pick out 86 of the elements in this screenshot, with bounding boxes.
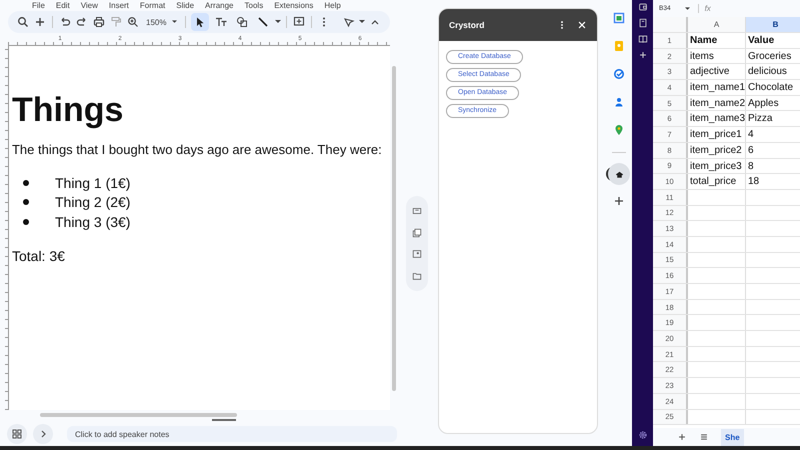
caret-icon[interactable] (359, 20, 365, 24)
table-cell: total_price (688, 174, 746, 189)
menu-item[interactable]: Help (324, 0, 341, 11)
table-cell: adjective (688, 64, 746, 80)
table-cell: item_price1 (688, 127, 746, 142)
table-cell: delicious (746, 64, 800, 80)
caret-icon[interactable] (275, 20, 282, 24)
table-cell: Name (688, 33, 746, 48)
menu-icon[interactable] (699, 432, 709, 442)
bullet-icon (22, 199, 29, 206)
table-cell: 8 (746, 158, 800, 174)
check-circle-icon[interactable] (613, 68, 625, 80)
bullet-icon (22, 218, 29, 225)
menu-item[interactable]: Edit (56, 0, 70, 11)
folder-icon[interactable] (412, 271, 422, 282)
column-header[interactable]: B (746, 17, 800, 32)
table-cell: Value (746, 33, 800, 48)
table-cell: Groceries (746, 48, 800, 64)
table-cell: 6 (746, 142, 800, 158)
open-book-icon[interactable] (638, 34, 648, 44)
table-cell: items (688, 48, 746, 64)
menu-item[interactable]: Slide (176, 0, 194, 11)
sheet-tab[interactable]: She (721, 428, 744, 446)
table-cell: 4 (746, 127, 800, 142)
person-icon[interactable] (613, 96, 625, 108)
close-icon[interactable] (577, 20, 587, 30)
caret-icon (172, 20, 178, 24)
grid-icon (11, 428, 23, 440)
wallet-icon[interactable] (638, 2, 648, 12)
table-cell: Pizza (746, 111, 800, 126)
formula-label: fx (698, 4, 711, 13)
book-icon[interactable] (638, 18, 648, 28)
caret-icon (684, 6, 690, 10)
undo-icon[interactable] (59, 16, 71, 28)
calendar-icon[interactable] (613, 12, 625, 24)
plus-icon[interactable] (677, 432, 687, 442)
menu-item[interactable]: Insert (108, 0, 129, 11)
corner-cell[interactable] (653, 17, 688, 32)
redo-icon[interactable] (76, 16, 88, 28)
image-icon[interactable] (412, 249, 422, 260)
shapes-icon (236, 16, 248, 28)
pointer-tool-button[interactable] (191, 13, 210, 31)
table-cell: item_price2 (688, 142, 746, 158)
table-cell: item_price3 (688, 158, 746, 174)
print-icon[interactable] (93, 16, 105, 28)
panel-title: Crystord (449, 20, 486, 30)
table-cell: item_name1 (688, 80, 746, 95)
search-icon[interactable] (17, 16, 29, 28)
zoom-icon[interactable] (127, 16, 139, 28)
scrollbar[interactable] (40, 413, 237, 417)
bullet-text: Thing 3 (3€) (54, 214, 130, 230)
bullet-icon (22, 180, 29, 186)
table-cell: item_name3 (688, 111, 746, 126)
table-cell: Chocolate (746, 80, 800, 95)
comment-icon[interactable] (293, 16, 306, 28)
text-icon (215, 16, 228, 28)
menu-item[interactable]: Format (140, 0, 166, 11)
menu-item[interactable]: File (32, 0, 45, 11)
speaker-notes-field[interactable]: Click to add speaker notes (67, 426, 397, 442)
map-pin-icon[interactable] (613, 124, 625, 136)
pen-icon[interactable] (343, 16, 355, 28)
plus-icon[interactable] (613, 195, 625, 207)
settings-icon[interactable] (638, 430, 648, 440)
addon-app-button[interactable] (608, 163, 630, 185)
slide-text: Total: 3€ (12, 248, 66, 264)
table-cell: item_name2 (688, 96, 746, 110)
expand-button[interactable] (33, 424, 53, 444)
plus-icon[interactable] (34, 16, 46, 28)
menu-item[interactable]: Arrange (205, 0, 234, 11)
menu-item[interactable]: Tools (244, 0, 264, 11)
resize-handle[interactable] (212, 419, 236, 420)
bullet-text: Thing 2 (2€) (54, 194, 130, 210)
table-cell: Apples (746, 96, 800, 110)
scrollbar[interactable] (392, 66, 396, 391)
line-icon (257, 16, 270, 28)
column-header[interactable]: A (688, 17, 746, 32)
menu-item[interactable]: View (80, 0, 98, 11)
grid-view-button[interactable] (7, 424, 27, 444)
table-cell: 18 (746, 174, 800, 189)
zoom-select[interactable]: 150% (143, 18, 180, 26)
menu-item[interactable]: Extensions (274, 0, 314, 11)
layout-icon[interactable] (412, 206, 422, 216)
slide-paragraph: The things that I bought two days ago are awesome. They were: (12, 142, 382, 157)
slide-title: Things (12, 90, 124, 130)
copy-icon[interactable] (412, 228, 422, 238)
bullet-text: Thing 1 (1€) (54, 174, 130, 191)
